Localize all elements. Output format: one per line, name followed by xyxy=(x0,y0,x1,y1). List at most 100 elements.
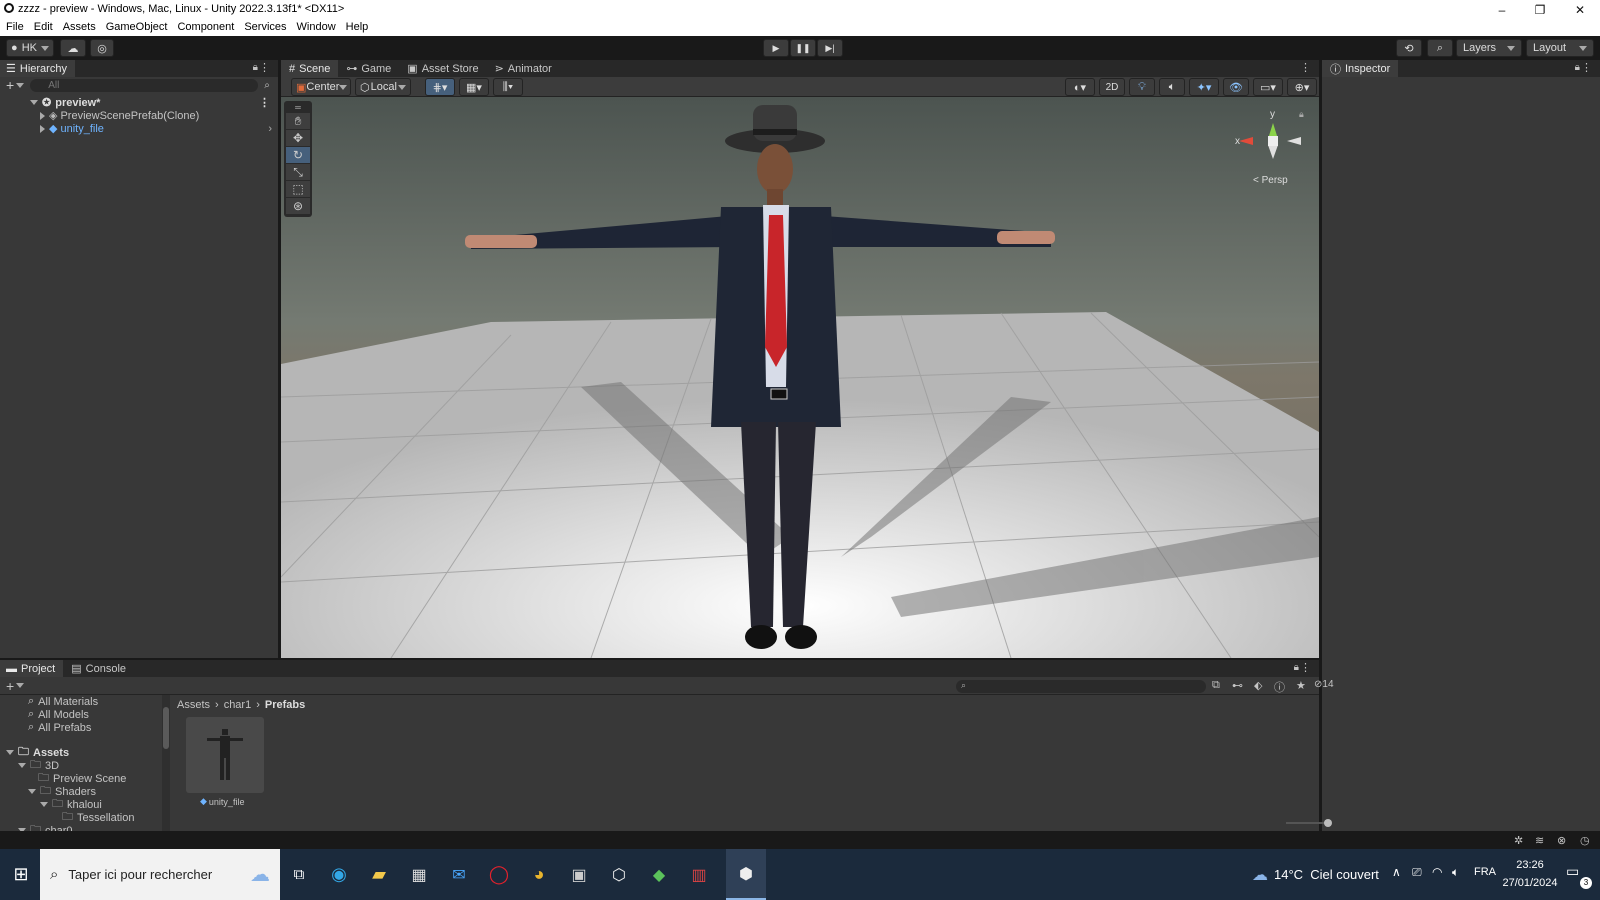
menu-assets[interactable]: Assets xyxy=(63,19,96,36)
expand-arrow-icon[interactable] xyxy=(30,100,38,105)
hierarchy-item[interactable]: ◈ PreviewScenePrefab(Clone) xyxy=(0,109,278,122)
pause-button[interactable]: ❚❚ xyxy=(790,39,816,57)
visibility-icon[interactable]: 👁︎ xyxy=(1223,78,1249,96)
menu-edit[interactable]: Edit xyxy=(34,19,53,36)
taskbar-search-input[interactable]: ⌕ Taper ici pour rechercher ☁ xyxy=(40,849,280,900)
lock-icon[interactable]: 🔒︎ xyxy=(1294,662,1299,673)
clock[interactable]: 23:26 27/01/2024 xyxy=(1502,856,1558,892)
tab-scene[interactable]: # Scene xyxy=(281,60,339,77)
move-tool-icon[interactable]: ✥ xyxy=(286,130,310,147)
tab-hierarchy[interactable]: ☰ Hierarchy xyxy=(0,60,75,77)
breadcrumb-item[interactable]: char1 xyxy=(224,699,252,711)
breadcrumb-item[interactable]: Prefabs xyxy=(265,699,305,711)
tab-animator[interactable]: ⋗ Animator xyxy=(487,60,560,77)
kebab-menu-icon[interactable]: ⋮ xyxy=(259,96,270,109)
menu-window[interactable]: Window xyxy=(297,19,336,36)
winrar-icon[interactable]: ▥ xyxy=(686,849,712,900)
weather-widget[interactable]: ☁ 14°C Ciel couvert xyxy=(1252,849,1379,900)
scale-tool-icon[interactable]: ⤡ xyxy=(286,164,310,181)
cache-icon[interactable]: ≋ xyxy=(1535,834,1544,847)
folder-item[interactable]: 🗀︎ khaloui xyxy=(0,798,162,811)
filter-type-icon[interactable]: ⊷ xyxy=(1232,679,1243,692)
folder-item[interactable]: 🗀︎ Shaders xyxy=(0,785,162,798)
log-icon[interactable]: ⓘ xyxy=(1274,679,1285,695)
step-button[interactable]: ▶| xyxy=(817,39,843,57)
folder-item[interactable]: 🗀︎ Tessellation xyxy=(0,811,162,824)
language-indicator[interactable]: FRA xyxy=(1474,866,1496,878)
layers-dropdown[interactable]: Layers xyxy=(1456,39,1522,57)
app-green-icon[interactable]: ◆ xyxy=(646,849,672,900)
kebab-menu-icon[interactable]: ⋮ xyxy=(1581,61,1592,74)
search-icon[interactable]: ⌕ xyxy=(1427,39,1453,57)
hidden-packages-count[interactable]: ⊘14 xyxy=(1314,679,1334,690)
account-dropdown[interactable]: ● HK xyxy=(6,39,54,57)
store-icon[interactable]: ▦ xyxy=(406,849,432,900)
chevron-up-icon[interactable]: ∧ xyxy=(1392,865,1401,879)
unity-hub-icon[interactable]: ⬡ xyxy=(606,849,632,900)
menu-gameobject[interactable]: GameObject xyxy=(106,19,168,36)
expand-arrow-icon[interactable] xyxy=(28,789,36,794)
cloud-icon[interactable]: ☁ xyxy=(60,39,86,57)
asset-label[interactable]: ◆ unity_file xyxy=(200,796,244,807)
favorite-item[interactable]: ⌕ All Prefabs xyxy=(0,721,162,734)
transform-tool-icon[interactable]: ⊛ xyxy=(286,198,310,215)
scrollbar-thumb[interactable] xyxy=(163,707,169,749)
pivot-dropdown[interactable]: ▣ Center xyxy=(291,78,351,96)
snap-increment-button[interactable]: ▦▾ xyxy=(459,78,489,96)
favorite-item[interactable]: ⌕ All Materials xyxy=(0,695,162,708)
audio-icon[interactable]: 🔈︎ xyxy=(1159,78,1185,96)
lock-icon[interactable]: 🔒︎ xyxy=(1575,62,1580,73)
expand-arrow-icon[interactable] xyxy=(40,111,45,120)
chrome-icon[interactable]: ◕ xyxy=(526,849,552,900)
edge-icon[interactable]: ◉ xyxy=(326,849,352,900)
hierarchy-scene-row[interactable]: ✪ preview* ⋮ xyxy=(0,96,278,109)
drag-handle-icon[interactable]: ═ xyxy=(286,103,310,113)
gizmos-icon[interactable]: ⊕▾ xyxy=(1287,78,1317,96)
play-button[interactable]: ▶ xyxy=(763,39,789,57)
project-search-input[interactable]: ⌕ xyxy=(956,680,1206,693)
search-by-type-icon[interactable]: ⧉ xyxy=(1212,679,1220,692)
hierarchy-item[interactable]: ◆ unity_file › xyxy=(0,122,278,135)
expand-arrow-icon[interactable] xyxy=(6,750,14,755)
add-icon[interactable]: + xyxy=(6,77,14,93)
history-icon[interactable]: ⟲ xyxy=(1396,39,1422,57)
add-icon[interactable]: + xyxy=(6,678,14,694)
kebab-menu-icon[interactable]: ⋮ xyxy=(259,61,270,74)
lock-icon[interactable]: 🔒︎ xyxy=(253,62,258,73)
windows-start-icon[interactable]: ⊞ xyxy=(8,849,34,900)
grid-snap-button[interactable]: ⋕▾ xyxy=(425,78,455,96)
notification-icon[interactable]: ▭ xyxy=(1566,863,1579,880)
unity-editor-icon[interactable]: ⬢ xyxy=(726,849,766,900)
app-window-icon[interactable]: ▣ xyxy=(566,849,592,900)
menu-services[interactable]: Services xyxy=(244,19,286,36)
device-icon[interactable]: ⎚ xyxy=(1412,865,1422,880)
rect-tool-icon[interactable]: ⬚ xyxy=(286,181,310,198)
folder-tree-scrollbar[interactable] xyxy=(162,695,170,835)
lighting-icon[interactable]: 💡︎ xyxy=(1129,78,1155,96)
tab-console[interactable]: ▤ Console xyxy=(63,660,134,677)
2d-toggle[interactable]: 2D xyxy=(1099,78,1125,96)
kebab-menu-icon[interactable]: ⋮ xyxy=(1300,661,1311,674)
layout-dropdown[interactable]: Layout xyxy=(1526,39,1594,57)
folder-item[interactable]: 🗀︎ Preview Scene xyxy=(0,772,162,785)
file-explorer-icon[interactable]: ▰ xyxy=(366,849,392,900)
breadcrumb-item[interactable]: Assets xyxy=(177,699,210,711)
menu-help[interactable]: Help xyxy=(346,19,369,36)
debug-icon[interactable]: ✲ xyxy=(1514,834,1523,847)
chevron-down-icon[interactable] xyxy=(16,683,25,688)
thumbnail-size-slider[interactable] xyxy=(1286,822,1326,824)
favorite-item[interactable]: ⌕ All Models xyxy=(0,708,162,721)
expand-arrow-icon[interactable] xyxy=(40,124,45,133)
chevron-down-icon[interactable] xyxy=(16,82,25,88)
kebab-menu-icon[interactable]: ⋮ xyxy=(1300,61,1311,74)
favorite-icon[interactable]: ★ xyxy=(1296,679,1306,692)
opera-icon[interactable]: ◯ xyxy=(486,849,512,900)
asset-thumbnail[interactable] xyxy=(186,717,264,793)
label-icon[interactable]: ⬖ xyxy=(1254,679,1262,692)
volume-icon[interactable]: 🔈︎ xyxy=(1452,865,1459,880)
camera-icon[interactable]: ▭▾ xyxy=(1253,78,1283,96)
maximize-button[interactable]: ❐ xyxy=(1522,0,1558,19)
hand-tool-icon[interactable]: ✋︎ xyxy=(286,113,310,130)
progress-icon[interactable]: ◷ xyxy=(1580,834,1590,847)
hierarchy-search-input[interactable]: All xyxy=(30,78,259,92)
